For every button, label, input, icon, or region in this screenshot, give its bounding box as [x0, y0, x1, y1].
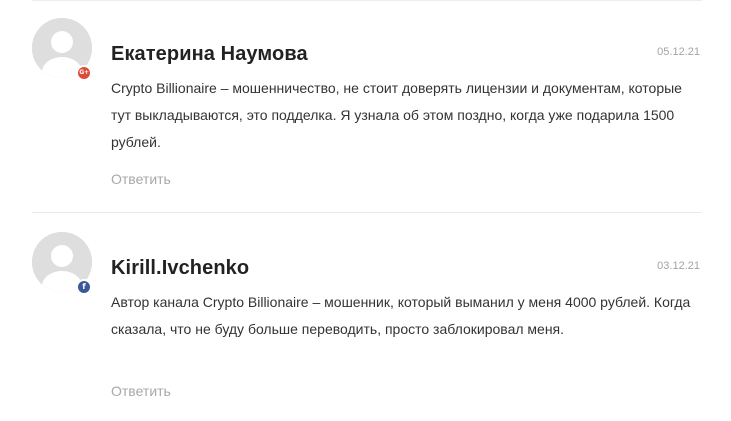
top-divider	[32, 0, 702, 1]
facebook-icon: f	[76, 279, 92, 295]
google-plus-icon: G+	[76, 65, 92, 81]
comment-text: Crypto Billionaire – мошенничество, не с…	[111, 80, 682, 150]
avatar: G+	[32, 18, 92, 81]
avatar: f	[32, 232, 92, 295]
comment-author: Kirill.Ivchenko	[111, 257, 250, 279]
comment-date: 03.12.21	[657, 260, 700, 272]
comment-author: Екатерина Наумова	[111, 43, 308, 65]
reply-link[interactable]: Ответить	[111, 383, 171, 399]
comment-date: 05.12.21	[657, 46, 700, 58]
comment-text: Автор канала Crypto Billionaire – мошенн…	[111, 294, 691, 337]
comment-divider	[32, 212, 702, 213]
reply-link[interactable]: Ответить	[111, 171, 171, 187]
